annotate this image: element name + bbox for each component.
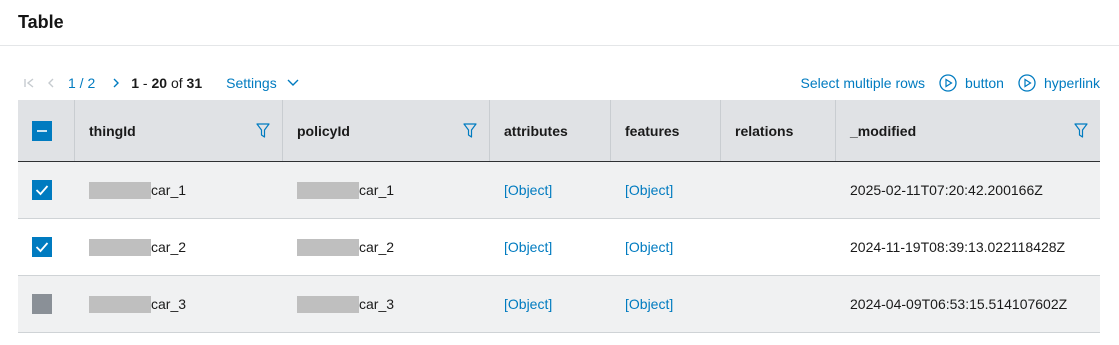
row-select-cell (18, 162, 75, 218)
features-cell: [Object] (611, 219, 721, 275)
features-link[interactable]: [Object] (625, 239, 673, 255)
features-cell: [Object] (611, 276, 721, 332)
features-link[interactable]: [Object] (625, 182, 673, 198)
select-all-checkbox[interactable] (32, 120, 52, 141)
page-header: Table (0, 0, 1119, 46)
redacted-block (297, 238, 359, 256)
attributes-cell: [Object] (490, 219, 611, 275)
attributes-cell: [Object] (490, 276, 611, 332)
modified-cell: 2024-11-19T08:39:13.022118428Z (836, 219, 1100, 275)
redacted-block (89, 295, 151, 313)
checkmark-icon (35, 242, 49, 253)
relations-cell (721, 162, 836, 218)
first-page-icon[interactable] (18, 72, 40, 94)
range-end: 20 (151, 75, 168, 91)
settings-dropdown[interactable]: Settings (226, 75, 299, 91)
redacted-block (297, 181, 359, 199)
policyid-cell: car_3 (283, 276, 490, 332)
attributes-link[interactable]: [Object] (504, 239, 552, 255)
previous-page-icon[interactable] (40, 72, 62, 94)
thingid-cell: car_2 (75, 219, 283, 275)
column-header-features[interactable]: features (611, 100, 721, 161)
redacted-block (297, 295, 359, 313)
row-select-cell (18, 276, 75, 332)
play-circle-icon (1018, 74, 1036, 92)
play-circle-icon (939, 74, 957, 92)
attributes-link[interactable]: [Object] (504, 182, 552, 198)
thingid-value: car_3 (151, 296, 187, 312)
column-header-label: features (625, 122, 680, 139)
modified-value: 2024-11-19T08:39:13.022118428Z (850, 239, 1066, 255)
column-header-attributes[interactable]: attributes (490, 100, 611, 161)
filter-icon[interactable] (1074, 123, 1088, 139)
attributes-link[interactable]: [Object] (504, 296, 552, 312)
table-row[interactable]: car_1 car_1 [Object] [Object] 2025-02-11… (18, 162, 1100, 219)
modified-value: 2024-04-09T06:53:15.514107602Z (850, 296, 1068, 312)
minus-icon (37, 129, 47, 132)
redacted-block (89, 238, 151, 256)
relations-cell (721, 276, 836, 332)
page-title: Table (18, 12, 64, 32)
policyid-value: car_2 (359, 239, 395, 255)
features-cell: [Object] (611, 162, 721, 218)
range-start: 1 (131, 75, 140, 91)
table-row[interactable]: car_2 car_2 [Object] [Object] 2024-11-19… (18, 219, 1100, 276)
select-all-cell (18, 100, 75, 161)
column-header-label: attributes (504, 122, 568, 139)
features-link[interactable]: [Object] (625, 296, 673, 312)
thingid-cell: car_3 (75, 276, 283, 332)
row-select-cell (18, 219, 75, 275)
data-table: thingId policyId attributes features rel… (18, 100, 1100, 333)
next-page-icon[interactable] (105, 72, 127, 94)
row-checkbox[interactable] (32, 237, 52, 257)
column-header-label: policyId (297, 122, 350, 139)
filter-icon[interactable] (256, 123, 270, 139)
redacted-block (89, 181, 151, 199)
row-checkbox[interactable] (32, 294, 52, 314)
filter-icon[interactable] (463, 123, 477, 139)
column-header-relations[interactable]: relations (721, 100, 836, 161)
thingid-value: car_1 (151, 182, 187, 198)
policyid-value: car_3 (359, 296, 395, 312)
table-toolbar: 1 / 2 1 - 20 of 31 Settings Select multi… (18, 70, 1100, 96)
table-row[interactable]: car_3 car_3 [Object] [Object] 2024-04-09… (18, 276, 1100, 333)
column-header-thingid[interactable]: thingId (75, 100, 283, 161)
column-header-label: _modified (850, 122, 917, 139)
column-header-label: relations (735, 122, 794, 139)
policyid-value: car_1 (359, 182, 395, 198)
policyid-cell: car_1 (283, 162, 490, 218)
row-checkbox[interactable] (32, 180, 52, 200)
chevron-down-icon (287, 79, 299, 86)
thingid-value: car_2 (151, 239, 187, 255)
settings-label: Settings (226, 75, 277, 91)
range-separator: - (139, 75, 152, 91)
column-header-modified[interactable]: _modified (836, 100, 1100, 161)
pagination: 1 / 2 1 - 20 of 31 Settings (18, 70, 299, 96)
page-indicator: 1 / 2 (68, 75, 96, 91)
column-header-label: thingId (89, 122, 136, 139)
button-action[interactable]: button (939, 74, 1004, 92)
column-header-policyid[interactable]: policyId (283, 100, 490, 161)
modified-cell: 2025-02-11T07:20:42.200166Z (836, 162, 1100, 218)
hyperlink-action-label: hyperlink (1043, 75, 1100, 91)
table-header-row: thingId policyId attributes features rel… (18, 100, 1100, 162)
attributes-cell: [Object] (490, 162, 611, 218)
modified-cell: 2024-04-09T06:53:15.514107602Z (836, 276, 1100, 332)
checkmark-icon (35, 185, 49, 196)
thingid-cell: car_1 (75, 162, 283, 218)
select-multiple-rows-link[interactable]: Select multiple rows (801, 75, 926, 91)
policyid-cell: car_2 (283, 219, 490, 275)
modified-value: 2025-02-11T07:20:42.200166Z (850, 182, 1043, 198)
button-action-label: button (965, 75, 1004, 91)
row-range: 1 - 20 of 31 (131, 75, 202, 91)
range-total: 31 (186, 75, 203, 91)
hyperlink-action[interactable]: hyperlink (1018, 74, 1100, 92)
range-of-label: of (167, 75, 187, 91)
relations-cell (721, 219, 836, 275)
table-actions: Select multiple rows button hyperlink (787, 70, 1100, 96)
